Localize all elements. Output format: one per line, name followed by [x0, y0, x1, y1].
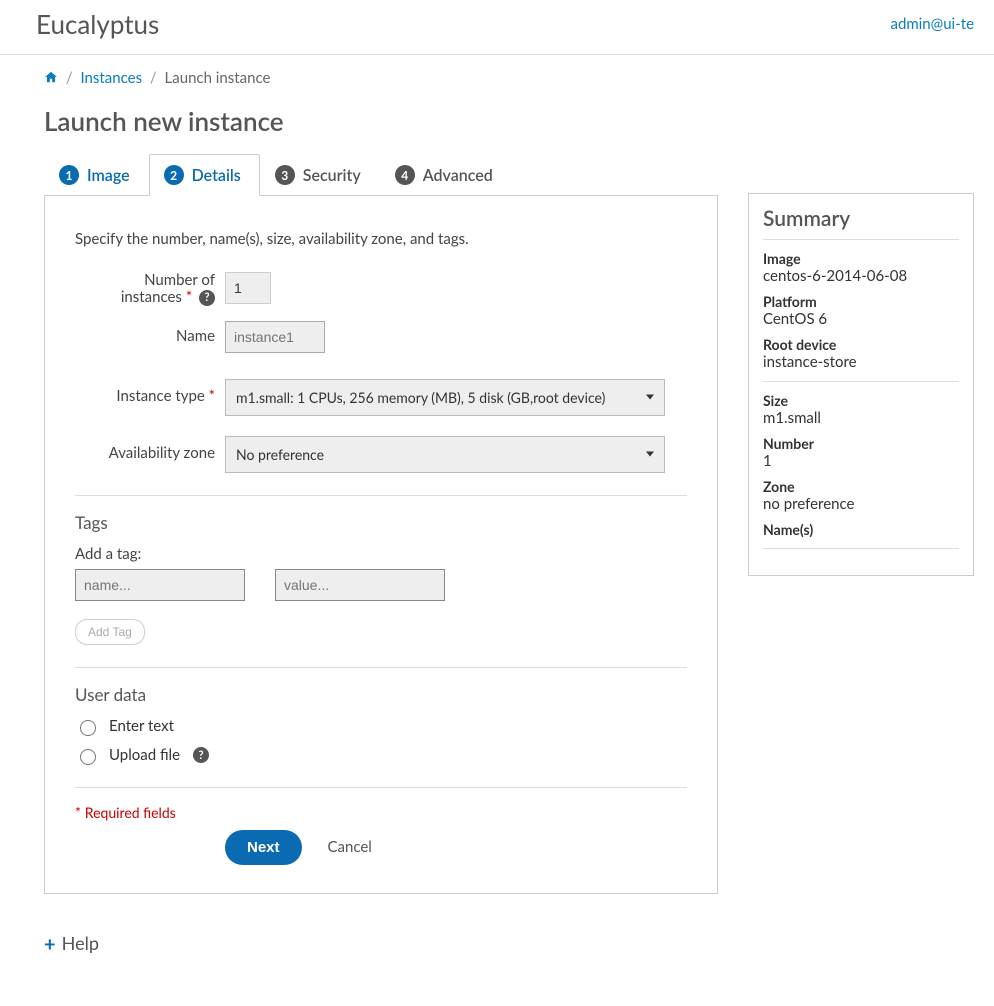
- label-availability-zone: Availability zone: [75, 445, 225, 462]
- tab-label: Security: [303, 166, 361, 185]
- summary-key: Name(s): [763, 521, 959, 538]
- userdata-upload-file-radio[interactable]: [80, 749, 96, 765]
- tab-details[interactable]: 2 Details: [149, 154, 260, 196]
- help-icon[interactable]: ?: [199, 290, 215, 306]
- tab-number: 3: [275, 165, 295, 185]
- summary-sidebar: Summary Image centos-6-2014-06-08 Platfo…: [748, 153, 974, 576]
- summary-value: m1.small: [763, 409, 959, 427]
- tag-value-input[interactable]: [275, 569, 445, 601]
- select-value: No preference: [236, 446, 324, 463]
- summary-key: Root device: [763, 336, 959, 353]
- label-instance-type: Instance type *: [75, 388, 225, 405]
- summary-key: Platform: [763, 293, 959, 310]
- divider: [75, 667, 687, 668]
- userdata-enter-text-radio[interactable]: [80, 720, 96, 736]
- help-icon[interactable]: ?: [193, 747, 209, 763]
- summary-root-device: Root device instance-store: [763, 336, 959, 371]
- tag-inputs: [75, 569, 687, 601]
- userdata-heading: User data: [75, 684, 687, 705]
- plus-icon: +: [44, 932, 56, 956]
- summary-platform: Platform CentOS 6: [763, 293, 959, 328]
- label-text: Instance type: [116, 387, 204, 405]
- wizard-panel: Specify the number, name(s), size, avail…: [44, 196, 718, 894]
- summary-zone: Zone no preference: [763, 478, 959, 513]
- summary-title: Summary: [763, 206, 959, 240]
- brand: Eucalyptus: [36, 8, 159, 40]
- summary-value: instance-store: [763, 353, 959, 371]
- breadcrumb: / Instances / Launch instance: [0, 55, 994, 87]
- divider: [763, 548, 959, 549]
- summary-key: Zone: [763, 478, 959, 495]
- tab-number: 4: [395, 165, 415, 185]
- summary-names: Name(s): [763, 521, 959, 538]
- required-note-text: Required fields: [85, 804, 176, 821]
- wizard-tabs: 1 Image 2 Details 3 Security 4 Advanced: [44, 153, 718, 196]
- row-name: Name: [75, 321, 687, 353]
- tab-security[interactable]: 3 Security: [260, 154, 380, 196]
- required-star: *: [186, 288, 192, 306]
- userdata-enter-text-label: Enter text: [109, 717, 174, 735]
- summary-value: no preference: [763, 495, 959, 513]
- row-number-of-instances: Number of instances * ?: [75, 272, 687, 307]
- summary-image: Image centos-6-2014-06-08: [763, 250, 959, 285]
- label-text: Number of: [144, 271, 215, 289]
- divider: [763, 381, 959, 382]
- summary-panel: Summary Image centos-6-2014-06-08 Platfo…: [748, 193, 974, 576]
- breadcrumb-separator: /: [62, 69, 77, 87]
- next-button[interactable]: Next: [225, 830, 302, 865]
- summary-key: Number: [763, 435, 959, 452]
- home-icon[interactable]: [44, 69, 62, 87]
- cancel-link[interactable]: Cancel: [328, 838, 372, 856]
- summary-number: Number 1: [763, 435, 959, 470]
- tags-heading: Tags: [75, 512, 687, 533]
- action-row: Next Cancel: [75, 830, 687, 865]
- number-of-instances-input[interactable]: [225, 272, 271, 304]
- label-name: Name: [75, 328, 225, 345]
- label-number-of-instances: Number of instances * ?: [75, 272, 225, 307]
- breadcrumb-separator: /: [146, 69, 161, 87]
- tab-number: 1: [59, 165, 79, 185]
- add-tag-button[interactable]: Add Tag: [75, 619, 145, 645]
- required-fields-note: * Required fields: [75, 804, 687, 822]
- divider: [75, 495, 687, 496]
- required-star: *: [75, 804, 81, 821]
- user-menu-link[interactable]: admin@ui-te: [890, 15, 974, 33]
- tab-label: Advanced: [423, 166, 493, 185]
- breadcrumb-current: Launch instance: [165, 69, 271, 87]
- panel-intro: Specify the number, name(s), size, avail…: [75, 230, 687, 248]
- userdata-enter-text-row: Enter text: [75, 717, 687, 736]
- row-availability-zone: Availability zone No preference: [75, 436, 687, 473]
- summary-size: Size m1.small: [763, 392, 959, 427]
- label-text: instances: [121, 288, 182, 306]
- chevron-down-icon: [646, 395, 654, 400]
- help-label: Help: [62, 932, 99, 954]
- tab-advanced[interactable]: 4 Advanced: [380, 154, 512, 196]
- breadcrumb-instances[interactable]: Instances: [80, 69, 142, 87]
- instance-type-select[interactable]: m1.small: 1 CPUs, 256 memory (MB), 5 dis…: [225, 379, 665, 416]
- userdata-upload-file-label: Upload file: [109, 746, 180, 764]
- select-value: m1.small: 1 CPUs, 256 memory (MB), 5 dis…: [236, 389, 605, 406]
- userdata-upload-file-row: Upload file ?: [75, 746, 687, 765]
- help-toggle[interactable]: + Help: [0, 914, 994, 970]
- chevron-down-icon: [646, 452, 654, 457]
- wizard-main: 1 Image 2 Details 3 Security 4 Advanced …: [44, 153, 718, 894]
- top-bar: Eucalyptus admin@ui-te: [0, 0, 994, 55]
- summary-value: CentOS 6: [763, 310, 959, 328]
- tag-name-input[interactable]: [75, 569, 245, 601]
- name-input[interactable]: [225, 321, 325, 353]
- divider: [75, 787, 687, 788]
- add-tag-label: Add a tag:: [75, 545, 687, 563]
- summary-key: Size: [763, 392, 959, 409]
- page-title: Launch new instance: [0, 87, 994, 153]
- tab-number: 2: [164, 165, 184, 185]
- summary-value: centos-6-2014-06-08: [763, 267, 959, 285]
- tab-label: Details: [192, 166, 241, 185]
- tab-label: Image: [87, 166, 130, 185]
- tab-image[interactable]: 1 Image: [44, 154, 149, 196]
- availability-zone-select[interactable]: No preference: [225, 436, 665, 473]
- row-instance-type: Instance type * m1.small: 1 CPUs, 256 me…: [75, 379, 687, 416]
- required-star: *: [209, 387, 215, 405]
- summary-key: Image: [763, 250, 959, 267]
- summary-value: 1: [763, 452, 959, 470]
